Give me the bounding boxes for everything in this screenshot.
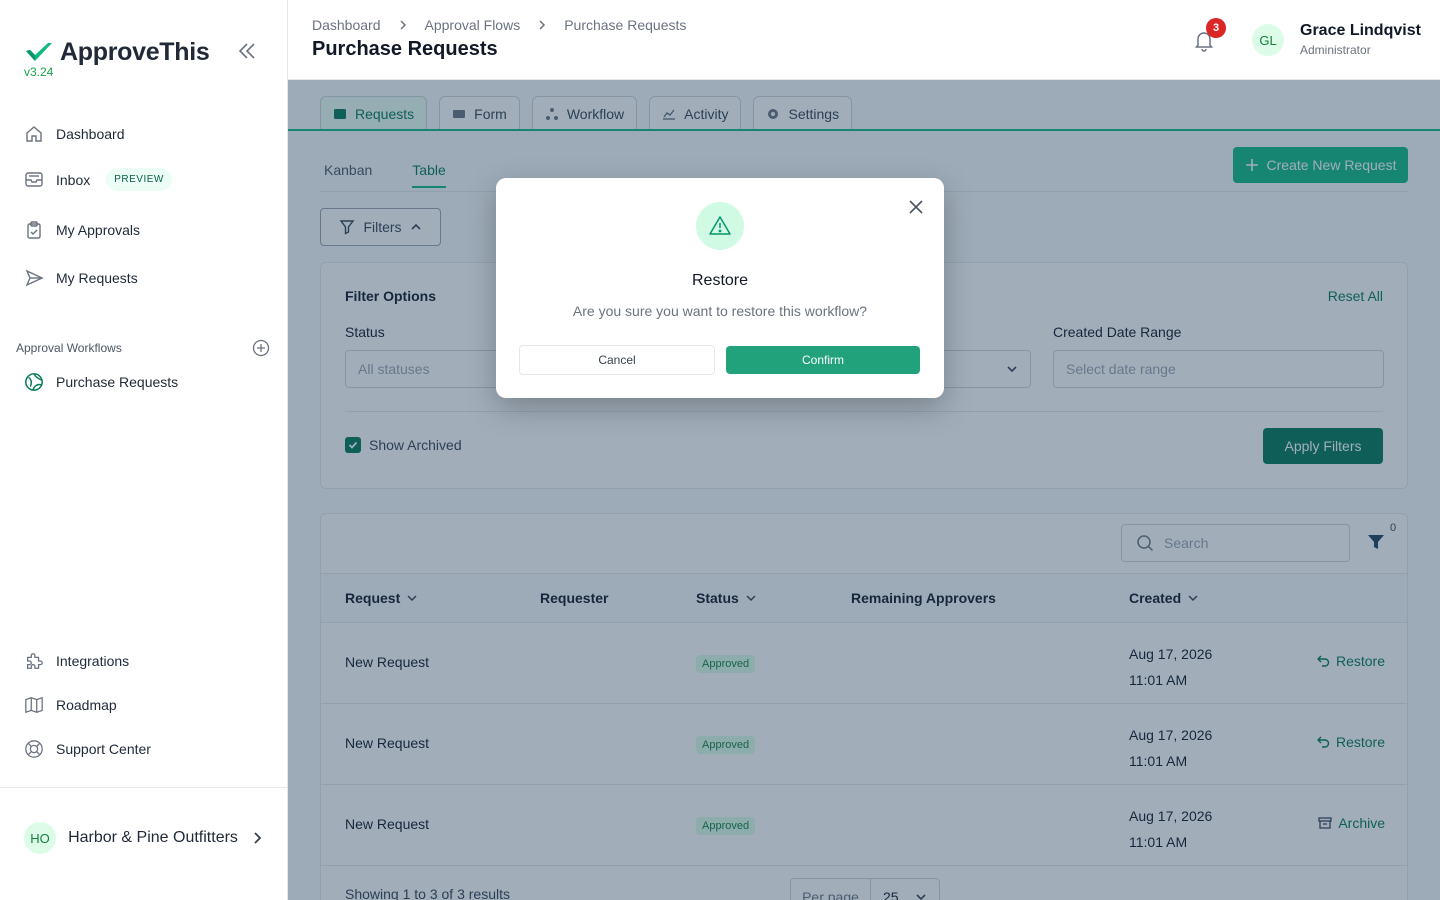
brand-logo[interactable]: ApproveThis: [24, 38, 210, 67]
user-name: Grace Lindqvist: [1300, 22, 1421, 39]
puzzle-icon: [27, 653, 43, 669]
sidebar-item-purchase-requests[interactable]: Purchase Requests: [24, 372, 178, 392]
breadcrumb: Dashboard Approval Flows Purchase Reques…: [312, 17, 686, 33]
org-avatar: HO: [24, 822, 56, 854]
send-icon: [25, 269, 44, 287]
top-header: Dashboard Approval Flows Purchase Reques…: [288, 0, 1440, 80]
chevron-right-icon: [539, 20, 546, 30]
sidebar-item-inbox[interactable]: Inbox PREVIEW: [24, 168, 172, 191]
breadcrumb-dashboard[interactable]: Dashboard: [312, 17, 381, 33]
close-icon[interactable]: [906, 197, 926, 217]
sidebar-item-my-approvals[interactable]: My Approvals: [24, 220, 140, 240]
breadcrumb-approval-flows[interactable]: Approval Flows: [425, 17, 521, 33]
logo-check-icon: [26, 42, 52, 61]
collapse-sidebar-icon[interactable]: [236, 40, 258, 62]
map-icon: [25, 696, 43, 714]
dialog-title: Restore: [691, 272, 749, 289]
page-title: Purchase Requests: [312, 38, 498, 60]
add-workflow-icon[interactable]: [252, 339, 270, 357]
warning-icon: [696, 202, 744, 250]
clipboard-check-icon: [27, 221, 41, 239]
notification-count-badge: 3: [1206, 18, 1226, 38]
sidebar-item-label: My Requests: [56, 270, 138, 286]
home-icon: [26, 126, 42, 142]
sidebar-item-dashboard[interactable]: Dashboard: [24, 124, 125, 144]
sidebar: ApproveThis v3.24 Dashboard Inbox PREVIE…: [0, 0, 288, 900]
sidebar-item-label: Support Center: [56, 741, 151, 757]
org-name: Harbor & Pine Outfitters: [68, 829, 238, 846]
restore-confirm-dialog: Restore Are you sure you want to restore…: [496, 178, 944, 398]
sidebar-item-label: Inbox: [56, 171, 91, 188]
workflow-globe-icon: [25, 373, 43, 391]
confirm-button[interactable]: Confirm: [726, 346, 920, 374]
organization-switcher[interactable]: HO Harbor & Pine Outfitters: [24, 822, 264, 854]
brand-name: ApproveThis: [60, 38, 210, 66]
lifebuoy-icon: [25, 740, 43, 758]
preview-badge: PREVIEW: [106, 168, 172, 191]
user-role: Administrator: [1300, 43, 1371, 57]
sidebar-item-label: Purchase Requests: [56, 374, 179, 390]
sidebar-item-label: Dashboard: [56, 126, 125, 142]
chevron-right-icon: [254, 832, 262, 844]
sidebar-item-support-center[interactable]: Support Center: [24, 739, 151, 759]
sidebar-item-label: Roadmap: [56, 697, 117, 713]
dialog-message: Are you sure you want to restore this wo…: [572, 303, 868, 319]
sidebar-item-label: Integrations: [56, 653, 130, 669]
inbox-icon: [25, 171, 43, 187]
chevron-right-icon: [399, 20, 406, 30]
sidebar-divider: [0, 787, 287, 788]
user-avatar[interactable]: GL: [1252, 24, 1284, 56]
sidebar-item-integrations[interactable]: Integrations: [24, 651, 129, 671]
sidebar-item-roadmap[interactable]: Roadmap: [24, 695, 117, 715]
approval-workflows-label: Approval Workflows: [16, 341, 122, 355]
sidebar-item-my-requests[interactable]: My Requests: [24, 268, 138, 288]
breadcrumb-purchase-requests[interactable]: Purchase Requests: [564, 17, 686, 33]
sidebar-item-label: My Approvals: [56, 222, 141, 238]
cancel-button[interactable]: Cancel: [519, 345, 715, 375]
version-label: v3.24: [24, 65, 54, 79]
